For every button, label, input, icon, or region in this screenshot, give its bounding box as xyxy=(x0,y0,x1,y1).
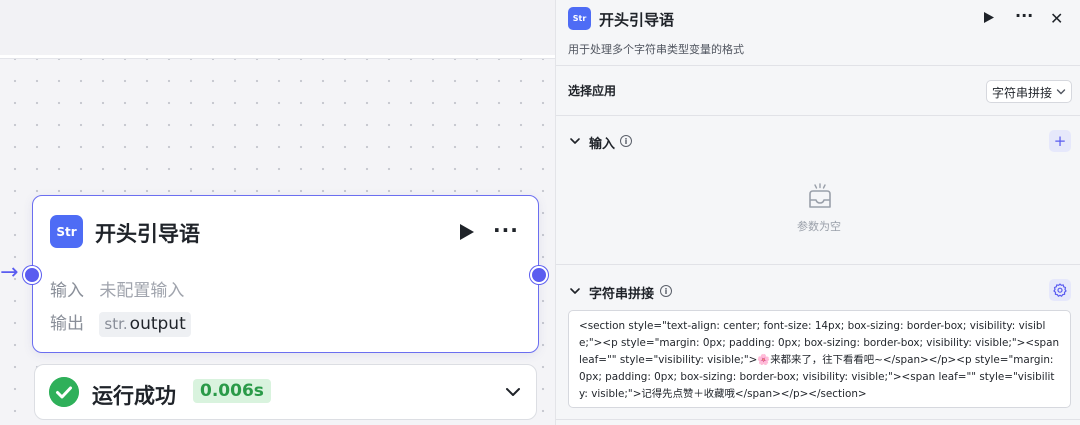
run-status-text: 运行成功 xyxy=(92,384,176,408)
run-duration-badge: 0.006s xyxy=(193,379,271,403)
panel-more-icon[interactable]: ··· xyxy=(1015,6,1033,25)
divider xyxy=(556,65,1080,66)
panel-run-icon[interactable] xyxy=(983,11,995,24)
select-app-value: 字符串拼接 xyxy=(992,86,1053,100)
chevron-down-icon[interactable] xyxy=(505,384,521,400)
output-name: output xyxy=(129,314,186,334)
string-node-icon: Str xyxy=(50,215,83,248)
info-icon[interactable]: i xyxy=(660,285,672,297)
run-node-icon[interactable] xyxy=(459,223,475,241)
output-variable-chip: str. output xyxy=(99,312,191,337)
run-result-card[interactable]: 运行成功 0.006s xyxy=(34,364,537,420)
concat-settings-button[interactable] xyxy=(1049,279,1071,301)
output-type: str. xyxy=(104,315,128,333)
divider xyxy=(556,419,1080,420)
node-title: 开头引导语 xyxy=(95,222,200,246)
close-icon[interactable]: ✕ xyxy=(1050,9,1063,28)
chevron-down-icon xyxy=(1056,89,1066,95)
input-section-title: 输入 xyxy=(589,137,616,152)
panel-string-node-icon: Str xyxy=(568,7,591,30)
node-config-panel: Str 开头引导语 ··· ✕ 用于处理多个字符串类型变量的格式 选择应用 字符… xyxy=(555,0,1080,425)
node-input-port[interactable] xyxy=(23,266,41,284)
input-label: 输入 xyxy=(50,281,84,301)
concat-section-title: 字符串拼接 xyxy=(589,287,655,302)
string-concat-node[interactable]: Str 开头引导语 ··· 输入 未配置输入 输出 str. output xyxy=(32,195,539,353)
node-output-row: 输出 str. output xyxy=(50,309,191,337)
select-app-dropdown[interactable]: 字符串拼接 xyxy=(986,80,1072,103)
node-output-port[interactable] xyxy=(530,266,548,284)
workflow-canvas[interactable]: → Str 开头引导语 ··· 输入 未配置输入 输出 str. output 运… xyxy=(0,0,555,425)
panel-description: 用于处理多个字符串类型变量的格式 xyxy=(568,43,744,56)
node-input-row: 输入 未配置输入 xyxy=(50,276,184,301)
divider xyxy=(556,264,1080,265)
select-app-label: 选择应用 xyxy=(568,84,617,98)
concat-template-editor[interactable]: <section style="text-align: center; font… xyxy=(568,310,1071,408)
collapse-input-chevron-icon[interactable] xyxy=(569,135,581,147)
panel-title: 开头引导语 xyxy=(599,11,675,29)
divider xyxy=(556,115,1080,116)
empty-box-icon xyxy=(809,183,831,208)
input-value: 未配置输入 xyxy=(99,281,185,301)
success-check-icon xyxy=(49,377,79,407)
info-icon[interactable]: i xyxy=(620,135,632,147)
gear-icon xyxy=(1053,283,1067,297)
canvas-top-node-edge xyxy=(0,0,555,58)
node-header: Str 开头引导语 ··· xyxy=(33,196,538,270)
incoming-edge-arrow-icon: → xyxy=(0,260,19,285)
output-label: 输出 xyxy=(50,314,84,334)
collapse-concat-chevron-icon[interactable] xyxy=(569,285,581,297)
add-input-button[interactable]: + xyxy=(1049,130,1071,152)
node-more-icon[interactable]: ··· xyxy=(493,218,519,242)
empty-state-text: 参数为空 xyxy=(797,220,841,233)
